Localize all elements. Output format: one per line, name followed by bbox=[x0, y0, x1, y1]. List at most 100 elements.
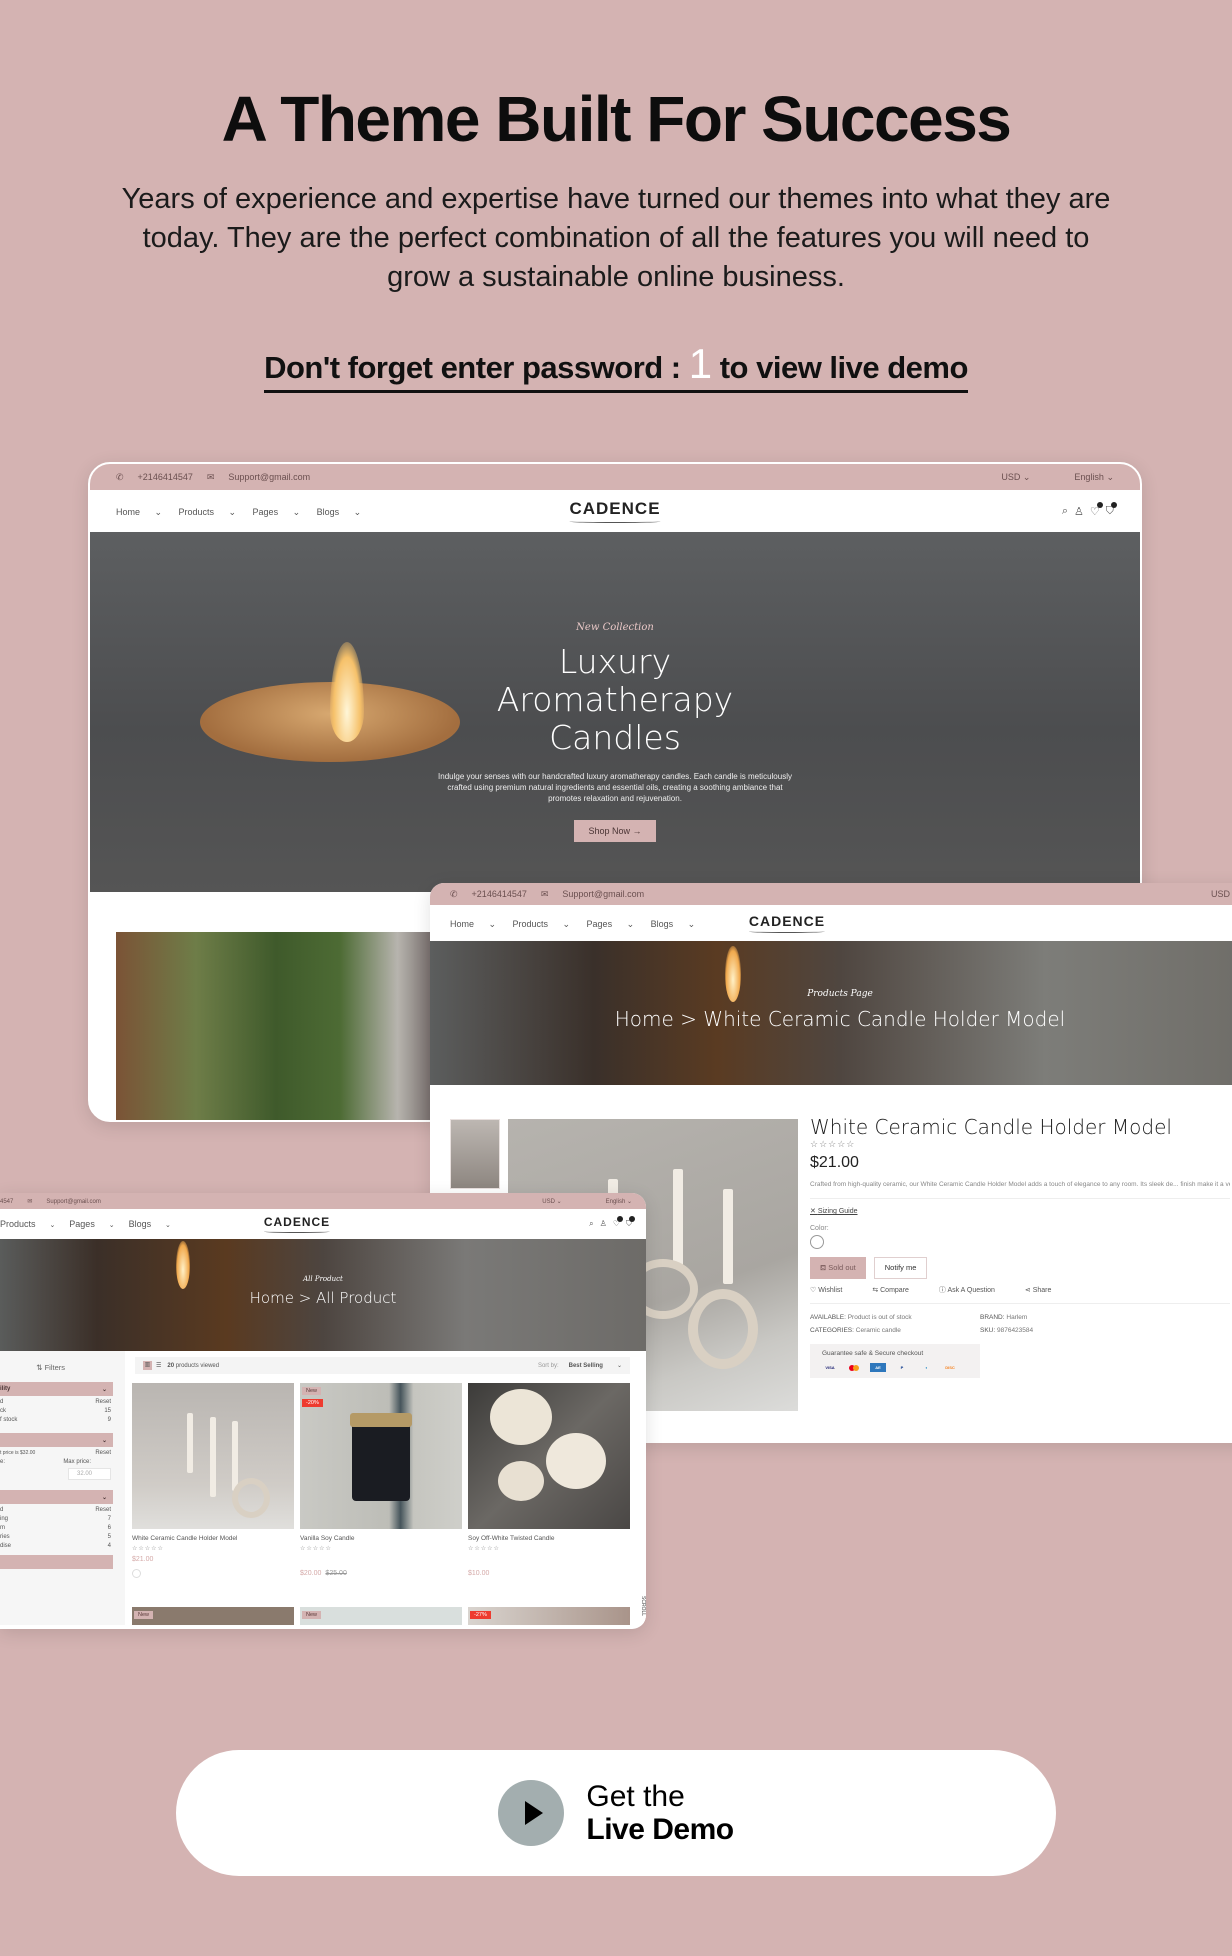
filter-option[interactable]: ing 7 bbox=[0, 1513, 125, 1522]
filter-option[interactable]: dise 4 bbox=[0, 1540, 125, 1549]
product-card[interactable]: New -20% Vanilla Soy Candle ☆☆☆☆☆ $20.00… bbox=[300, 1383, 462, 1577]
share-link[interactable]: ⋖ Share bbox=[1025, 1287, 1066, 1294]
cta-line-1: Get the bbox=[586, 1780, 685, 1813]
mail-icon: ✉ bbox=[540, 888, 549, 899]
notify-me-button[interactable]: Notify me bbox=[873, 1257, 928, 1279]
product-image[interactable]: New -20% bbox=[300, 1383, 462, 1529]
sold-out-button[interactable]: ⛾ Sold out bbox=[810, 1257, 866, 1279]
nav-blogs[interactable]: Blogs ⌄ bbox=[651, 919, 696, 929]
account-icon[interactable]: ♙ bbox=[600, 1219, 607, 1229]
new-tag: New bbox=[134, 1611, 154, 1619]
rating-stars: ☆☆☆☆☆ bbox=[132, 1546, 164, 1552]
product-name: White Ceramic Candle Holder Model bbox=[810, 1115, 1172, 1139]
list-view-icon[interactable]: ☰ bbox=[156, 1362, 161, 1369]
currency-select[interactable]: USD ⌄ bbox=[520, 1199, 561, 1205]
product-description: Crafted from high-quality ceramic, our W… bbox=[810, 1180, 1230, 1199]
discount-tag: -20% bbox=[302, 1399, 323, 1407]
scroll-indicator[interactable]: SCROLL bbox=[636, 1596, 646, 1626]
filter-option[interactable]: f stock 9 bbox=[0, 1414, 125, 1423]
filter-price-header[interactable]: ⌄ bbox=[0, 1433, 113, 1447]
listing-body: ⇅ Filters ility ⌄ d Reset ck 15 f stock 9 ⌄ … bbox=[0, 1351, 646, 1626]
max-price-input[interactable]: 32.00 bbox=[67, 1468, 111, 1480]
product-card[interactable]: Soy Off-White Twisted Candle ☆☆☆☆☆ $10.0… bbox=[468, 1383, 630, 1577]
product-image[interactable] bbox=[468, 1383, 630, 1529]
reset-link[interactable]: Reset bbox=[95, 1399, 111, 1405]
wishlist-icon[interactable]: ♡ bbox=[613, 1216, 624, 1229]
compare-link[interactable]: ⇆ Compare bbox=[872, 1287, 923, 1294]
reset-link[interactable]: Reset bbox=[95, 1507, 111, 1513]
wishlist-icon[interactable]: ♡ bbox=[1090, 501, 1103, 518]
filters-toggle[interactable]: ⇅ Filters bbox=[0, 1351, 125, 1372]
grid-view-icon[interactable]: ▥ bbox=[143, 1361, 152, 1370]
nav-pages[interactable]: Pages ⌄ bbox=[69, 1219, 114, 1229]
product-price: $21.00 bbox=[810, 1154, 859, 1171]
sizing-guide-link[interactable]: ✕ Sizing Guide bbox=[810, 1207, 1230, 1215]
rating-stars: ☆☆☆☆☆ bbox=[468, 1546, 500, 1552]
language-select[interactable]: English ⌄ bbox=[584, 1199, 632, 1205]
reset-link[interactable]: Reset bbox=[95, 1450, 111, 1456]
sort-select[interactable]: Best Selling bbox=[569, 1363, 603, 1369]
banner-subtitle: All Product bbox=[303, 1275, 343, 1283]
currency-select[interactable]: USD ⌄ bbox=[979, 472, 1030, 482]
nav-bar: Home ⌄ Products ⌄ Pages ⌄ Blogs ⌄ CADENC… bbox=[430, 905, 1232, 941]
arrow-right-icon: → bbox=[632, 826, 642, 836]
store-logo[interactable]: CADENCE bbox=[749, 913, 825, 933]
nav-pages[interactable]: Pages ⌄ bbox=[587, 919, 635, 929]
filter-more-header[interactable] bbox=[0, 1555, 113, 1569]
product-card[interactable]: White Ceramic Candle Holder Model ☆☆☆☆☆ … bbox=[132, 1383, 294, 1578]
password-value: 1 bbox=[688, 340, 712, 387]
nav-products[interactable]: Products ⌄ bbox=[513, 919, 571, 929]
nav-pages[interactable]: Pages ⌄ bbox=[253, 507, 301, 517]
product-image[interactable] bbox=[132, 1383, 294, 1529]
product-card[interactable]: -27% bbox=[468, 1607, 630, 1625]
store-logo[interactable]: CADENCE bbox=[569, 499, 660, 523]
search-icon[interactable]: ⌕ bbox=[589, 1219, 593, 1229]
filter-option[interactable]: ries 5 bbox=[0, 1531, 125, 1540]
email[interactable]: Support@gmail.com bbox=[228, 472, 310, 482]
wishlist-link[interactable]: ♡ Wishlist bbox=[810, 1287, 856, 1294]
product-card[interactable]: New bbox=[300, 1607, 462, 1625]
phone[interactable]: +2146414547 bbox=[138, 472, 193, 482]
mastercard-icon bbox=[846, 1363, 862, 1372]
phone-icon: ✆ bbox=[450, 888, 458, 899]
shop-now-button[interactable]: Shop Now → bbox=[574, 820, 656, 842]
product-title[interactable]: Vanilla Soy Candle bbox=[300, 1535, 462, 1542]
nav-blogs[interactable]: Blogs ⌄ bbox=[317, 507, 362, 517]
email[interactable]: Support@gmail.com bbox=[562, 889, 644, 899]
breadcrumb[interactable]: Home > White Ceramic Candle Holder Model bbox=[430, 1007, 1232, 1031]
nav-products[interactable]: Products ⌄ bbox=[0, 1219, 55, 1229]
cart-icon[interactable]: ⛉ bbox=[626, 1216, 635, 1229]
account-icon[interactable]: ♙ bbox=[1074, 505, 1084, 518]
color-swatch-white[interactable] bbox=[810, 1235, 824, 1249]
language-select[interactable]: English ⌄ bbox=[1052, 472, 1114, 482]
product-title[interactable]: Soy Off-White Twisted Candle bbox=[468, 1535, 630, 1542]
nav-products[interactable]: Products ⌄ bbox=[179, 507, 237, 517]
filter-option[interactable]: ck 15 bbox=[0, 1405, 125, 1414]
product-banner: Products Page Home > White Ceramic Candl… bbox=[430, 941, 1232, 1085]
currency-select[interactable]: USD bbox=[1211, 889, 1230, 899]
nav-home[interactable]: Home ⌄ bbox=[450, 919, 496, 929]
email[interactable]: Support@gmail.com bbox=[46, 1199, 100, 1205]
filter-availability-header[interactable]: ility ⌄ bbox=[0, 1382, 113, 1396]
nav-home[interactable]: Home ⌄ bbox=[116, 507, 162, 517]
phone[interactable]: 4547 bbox=[0, 1199, 13, 1205]
discover-icon: DISC bbox=[945, 1365, 955, 1370]
color-swatch[interactable] bbox=[132, 1569, 141, 1578]
live-demo-button[interactable]: Get the Live Demo bbox=[176, 1750, 1056, 1876]
product-thumbnail[interactable] bbox=[450, 1119, 500, 1189]
phone[interactable]: +2146414547 bbox=[472, 889, 527, 899]
product-title[interactable]: White Ceramic Candle Holder Model bbox=[132, 1535, 294, 1542]
ask-question-link[interactable]: ⓘ Ask A Question bbox=[939, 1287, 1009, 1294]
chevron-down-icon[interactable]: ⌄ bbox=[617, 1362, 622, 1369]
cart-icon[interactable]: ⛉ bbox=[1106, 501, 1118, 518]
breadcrumb[interactable]: Home > All Product bbox=[0, 1289, 646, 1307]
secure-checkout-label: Guarantee safe & Secure checkout bbox=[822, 1350, 924, 1357]
filter-type-header[interactable]: ⌄ bbox=[0, 1490, 113, 1504]
password-note-link[interactable]: Don't forget enter password : 1 to view … bbox=[264, 340, 968, 393]
filter-option[interactable]: m6 bbox=[0, 1522, 125, 1531]
nav-blogs[interactable]: Blogs ⌄ bbox=[129, 1219, 171, 1229]
store-logo[interactable]: CADENCE bbox=[264, 1215, 330, 1233]
search-icon[interactable]: ⌕ bbox=[1062, 505, 1068, 518]
product-card[interactable]: New bbox=[132, 1607, 294, 1625]
cta-line-2: Live Demo bbox=[586, 1813, 734, 1846]
